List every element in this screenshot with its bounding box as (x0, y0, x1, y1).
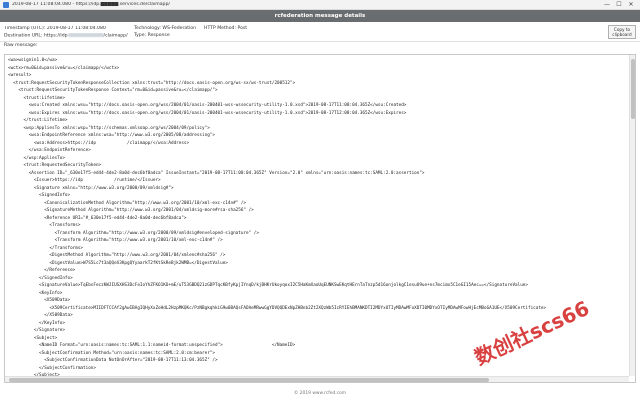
raw-message-line: <wa>wsignin1.0</wa> (8, 58, 58, 63)
raw-message-line: <trust:Lifetime> (8, 95, 65, 101)
vertical-scrollbar-thumb[interactable] (631, 59, 635, 119)
window-title: 2019-08-17 11:08:04.080 - https://idp.██… (12, 2, 170, 7)
raw-message-viewer[interactable]: <wa>wsignin1.0</wa> <wctx>rm=0&id=passive… (4, 54, 636, 383)
raw-message-line: <trust:RequestSecurityTokenResponse Cont… (8, 88, 218, 93)
raw-message-line: <DigestMethod Algorithm="http://www.w3.o… (8, 253, 226, 258)
copy-to-clipboard-button[interactable]: Copy to clipboard (608, 25, 636, 39)
raw-message-line: </Transforms> (8, 245, 84, 251)
footer-copyright: © 2019 www.rcfed.com (293, 390, 347, 396)
footer: © 2019 www.rcfed.com (0, 386, 640, 400)
raw-message-line: <SignatureValue>TqEbsFeczKWJIUSXHS3DcFeI… (8, 283, 528, 288)
raw-message-line: </Reference> (8, 268, 76, 273)
destination-label: Destination URL: (4, 33, 43, 39)
raw-message-line: <KeyInfo> (8, 290, 63, 296)
raw-message-line: <Transform Algorithm="http://www.w3.org/… (8, 230, 259, 236)
horizontal-scrollbar-thumb[interactable] (9, 378, 489, 382)
raw-message-label: Raw message: (4, 43, 38, 48)
app-icon (3, 1, 9, 8)
vertical-scrollbar[interactable] (629, 55, 635, 376)
raw-message-line: <trust:RequestSecurityTokenResponseColle… (8, 80, 296, 86)
raw-message-line: <SignatureMethod Algorithm="http://www.w… (8, 208, 254, 213)
raw-message-line: </SubjectConfirmation> (8, 365, 96, 371)
raw-message-line: <SignedInfo> (8, 193, 71, 198)
timestamp-label: Timestamp (UTC): (4, 26, 46, 31)
window-controls: — ☐ ✕ (601, 0, 637, 10)
http-method-field: HTTP Method: Post (204, 26, 314, 31)
raw-message-text[interactable]: <wa>wsignin1.0</wa> <wctx>rm=0&id=passive… (5, 55, 629, 376)
destination-value-prefix: https://idp (43, 33, 68, 39)
raw-message-line: <DigestValue>W7S5Lc7t3aQQeX3KpgQYyaarkT2… (8, 260, 228, 266)
page-header: rcfederation message details (0, 10, 640, 22)
window-titlebar: 2019-08-17 11:08:04.080 - https://idp.██… (0, 0, 640, 10)
raw-message-line: <Signature xmlns="http://www.w3.org/2000… (8, 185, 174, 191)
destination-field: Destination URL: https://idp/claimapp/ (4, 32, 134, 39)
http-method-value: Post (237, 26, 248, 31)
copy-button-label: Copy to clipboard (612, 27, 631, 37)
timestamp-field: Timestamp (UTC): 2019-08-17 11:08:04.080 (4, 26, 134, 31)
technology-field: Technology: WS-Federation (134, 26, 204, 31)
raw-message-line: <wsp:AppliesTo xmlns:wsp="http://schemas… (8, 125, 210, 131)
raw-message-line: </KeyInfo> (8, 320, 65, 326)
raw-message-line: </wsp:AppliesTo> (8, 155, 65, 161)
raw-message-line: <wsa:EndpointReference xmlns:wsa="http:/… (8, 133, 215, 138)
raw-message-line: <SubjectConfirmationData NotOnOrAfter="2… (8, 358, 218, 363)
technology-label: Technology: (134, 26, 161, 31)
raw-message-line: <X509Data> (8, 298, 71, 303)
raw-message-line: <Issuer>https://idp /runtime/</Issuer> (8, 178, 161, 183)
message-meta: Timestamp (UTC): 2019-08-17 11:08:04.080… (0, 22, 640, 42)
raw-message-line: <Transform Algorithm="http://www.w3.org/… (8, 238, 223, 243)
raw-message-line: </SignedInfo> (8, 275, 73, 281)
raw-message-line: </wsa:EndpointReference> (8, 148, 91, 153)
timestamp-value: 2019-08-17 11:08:04.080 (46, 26, 106, 31)
raw-message-line: <SubjectConfirmation Method="urn:oasis:n… (8, 350, 215, 356)
minimize-icon[interactable]: — (601, 0, 613, 10)
type-value: Response (147, 33, 170, 38)
horizontal-scrollbar[interactable] (5, 376, 629, 382)
type-label: Type: (134, 33, 147, 38)
raw-message-line: <trust:RequestedSecurityToken> (8, 163, 102, 168)
raw-message-line: <Assertion ID="_630e17f5-ed44-4de2-8a0d-… (8, 170, 425, 176)
raw-message-line: <wresult> (8, 73, 32, 78)
raw-message-line: </X509Data> (8, 313, 73, 318)
raw-message-line: <wsu:Created xmlns:wsu="http://docs.oasi… (8, 103, 407, 108)
raw-message-line: <Transforms> (8, 223, 81, 228)
destination-value-suffix: /claimapp/ (103, 33, 128, 39)
raw-message-line: <wsu:Expires xmlns:wsu="http://docs.oasi… (8, 110, 407, 116)
raw-message-line: </trust:Lifetime> (8, 118, 68, 123)
raw-message-line: <Subject> (8, 335, 58, 341)
raw-message-line: </Signature> (8, 328, 65, 333)
copy-button-line2: clipboard (612, 32, 632, 37)
raw-message-line: <NameID Format="urn:oasis:names:tc:SAML:… (8, 343, 296, 348)
maximize-icon[interactable]: ☐ (613, 0, 625, 10)
raw-message-line: <wctx>rm=0&id=passive&ru=</claimapp/</wc… (8, 65, 120, 71)
page-title: rcfederation message details (274, 13, 366, 19)
raw-message-line: <wsa:Address>https://idp /claimapp/</wsa… (8, 140, 190, 146)
technology-value: WS-Federation (162, 26, 196, 31)
type-field: Type: Response (134, 33, 204, 38)
close-icon[interactable]: ✕ (625, 0, 637, 10)
http-method-label: HTTP Method: (204, 26, 236, 31)
raw-message-line: <X509Certificate>MIIDFTCCAf2gAwIBAgIQHyX… (8, 305, 547, 311)
raw-message-line: <Reference URI="#_630e17f5-ed44-4de2-8a0… (8, 215, 187, 221)
raw-message-line: <CanonicalizationMethod Algorithm="http:… (8, 200, 246, 206)
redacted-host (67, 32, 104, 37)
